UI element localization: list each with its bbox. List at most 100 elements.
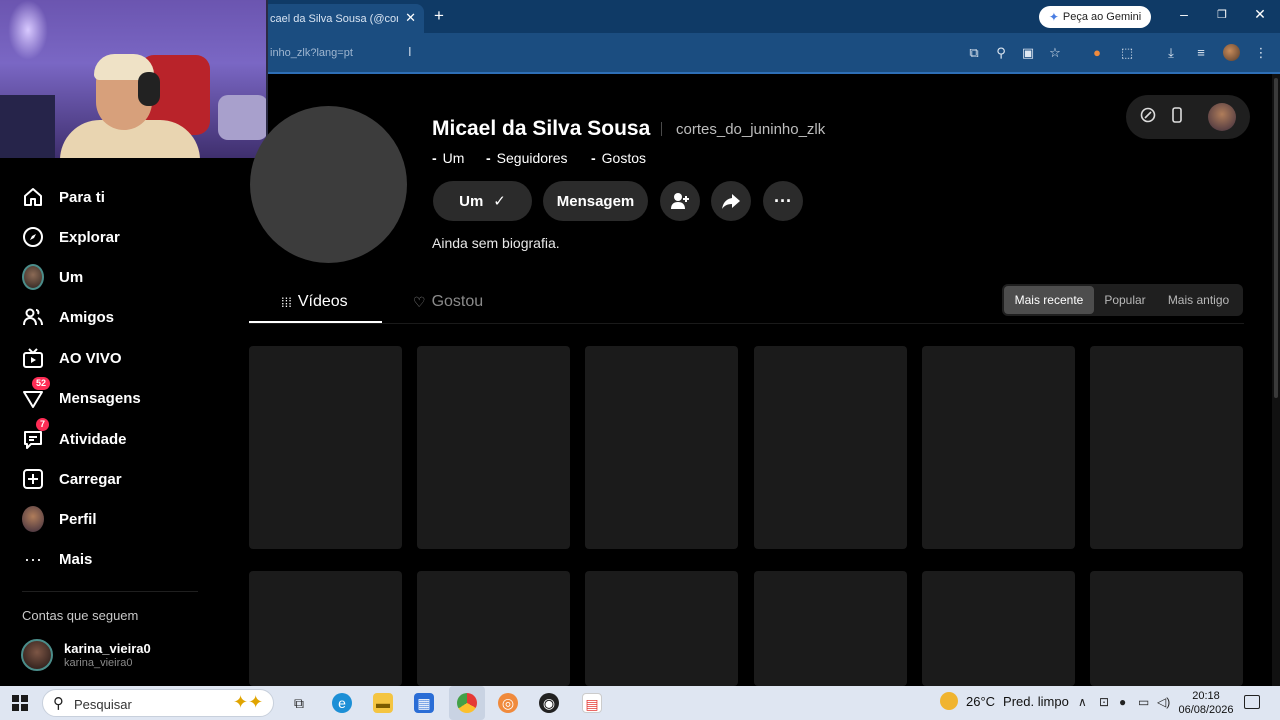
sidebar-item-profile[interactable]: Perfil	[22, 506, 97, 532]
sort-latest-button[interactable]: Mais recente	[1004, 286, 1094, 314]
install-app-icon[interactable]: ▣	[1020, 45, 1036, 61]
more-options-button[interactable]: ···	[763, 181, 803, 221]
video-placeholder[interactable]	[1090, 571, 1243, 686]
video-placeholder[interactable]	[417, 346, 570, 549]
task-view-icon[interactable]: ⧉	[289, 693, 309, 713]
store-icon[interactable]: ▦	[414, 693, 434, 713]
video-placeholder[interactable]	[249, 346, 402, 549]
sidebar-item-label: AO VIVO	[59, 349, 122, 367]
sidebar-item-for-you[interactable]: Para ti	[22, 185, 105, 209]
mobile-app-icon[interactable]	[1167, 107, 1187, 127]
sidebar-item-label: Carregar	[59, 470, 122, 488]
video-placeholder[interactable]	[417, 571, 570, 686]
file-explorer-icon[interactable]: ▬	[373, 693, 393, 713]
upload-plus-icon	[22, 468, 44, 490]
sort-popular-button[interactable]: Popular	[1096, 286, 1154, 314]
sidebar-item-messages[interactable]: 52 Mensagens	[22, 377, 141, 410]
tab-liked[interactable]: ♡ Gostou	[413, 293, 483, 311]
check-icon: ✓	[493, 193, 506, 210]
zoom-icon[interactable]: ⚲	[993, 45, 1009, 61]
sidebar-item-label: Um	[59, 268, 84, 286]
share-arrow-icon	[722, 194, 740, 209]
active-tab-underline	[249, 321, 382, 323]
video-placeholder[interactable]	[922, 571, 1075, 686]
download-icon[interactable]: ⤓	[1163, 45, 1179, 61]
messages-icon: 52	[22, 377, 51, 409]
extension-icon[interactable]: ●	[1089, 45, 1105, 61]
video-placeholder[interactable]	[754, 346, 907, 549]
user-avatar[interactable]	[1208, 103, 1236, 131]
video-placeholder[interactable]	[585, 571, 738, 686]
chrome-icon[interactable]	[457, 693, 477, 713]
document-app-icon[interactable]: ▤	[582, 693, 602, 713]
live-tv-icon	[22, 347, 44, 369]
volume-icon[interactable]: ◁)	[1157, 695, 1170, 709]
sidebar-item-explore[interactable]: Explorar	[22, 225, 120, 249]
edge-icon[interactable]: e	[332, 693, 352, 713]
network-icon[interactable]: ▭	[1138, 695, 1149, 709]
scrollbar-thumb[interactable]	[1274, 78, 1278, 398]
tab-title: cael da Silva Sousa (@cortes_	[270, 12, 398, 25]
sort-oldest-button[interactable]: Mais antigo	[1157, 286, 1240, 314]
stat-followers[interactable]: - Seguidores	[486, 150, 568, 166]
webcam-desk	[0, 95, 55, 158]
stat-following[interactable]: - Um	[432, 150, 464, 166]
video-placeholder[interactable]	[922, 346, 1075, 549]
translate-icon[interactable]: ⧉	[966, 45, 982, 61]
taskbar-search[interactable]: ⚲ Pesquisar ✦✦	[42, 689, 274, 717]
add-friend-button[interactable]	[660, 181, 700, 221]
webcam-pillow	[218, 95, 266, 140]
sidebar-item-live[interactable]: AO VIVO	[22, 346, 122, 370]
gemini-button[interactable]: ✦ Peça ao Gemini	[1039, 6, 1151, 28]
new-tab-button[interactable]: +	[434, 6, 444, 26]
browser-menu-icon[interactable]: ⋮	[1253, 45, 1269, 61]
maximize-icon[interactable]: ❐	[1212, 8, 1232, 21]
coins-icon[interactable]	[1138, 107, 1158, 127]
obs-icon[interactable]: ◉	[539, 693, 559, 713]
weather-widget[interactable]: 26°C Pred. limpo	[940, 692, 1069, 710]
sidebar-item-more[interactable]: ··· Mais	[22, 547, 92, 571]
sidebar-item-label: Perfil	[59, 510, 97, 528]
app-icon-orange[interactable]: ◎	[498, 693, 518, 713]
page-scrollbar[interactable]	[1272, 74, 1280, 686]
close-window-icon[interactable]: ✕	[1250, 6, 1270, 23]
stat-likes[interactable]: - Gostos	[591, 150, 646, 166]
sidebar-item-label: Atividade	[59, 430, 127, 448]
video-placeholder[interactable]	[585, 346, 738, 549]
microphone-icon[interactable]: ●	[1119, 695, 1126, 709]
media-control-icon[interactable]: ≡	[1193, 45, 1209, 61]
tray-chevron-icon[interactable]: ∧	[1078, 695, 1087, 709]
message-button[interactable]: Mensagem	[543, 181, 648, 221]
tray-app-icon[interactable]: ⊡	[1099, 695, 1109, 709]
following-button[interactable]: Um ✓	[433, 181, 532, 221]
windows-start-icon[interactable]	[12, 695, 28, 711]
webcam-overlay	[0, 0, 268, 158]
browser-tab[interactable]: cael da Silva Sousa (@cortes_ ✕	[262, 4, 424, 33]
tab-videos[interactable]: ⁞⁞⁞ Vídeos	[281, 293, 348, 311]
video-placeholder[interactable]	[249, 571, 402, 686]
sidebar-item-activity[interactable]: 7 Atividade	[22, 418, 127, 451]
following-account-item[interactable]: karina_vieira0 karina_vieira0	[21, 639, 221, 673]
close-tab-icon[interactable]: ✕	[405, 10, 416, 26]
sort-toggle: Mais recente Popular Mais antigo	[1002, 284, 1243, 316]
url-field[interactable]: inho_zlk?lang=pt	[262, 39, 962, 66]
gemini-label: Peça ao Gemini	[1062, 11, 1142, 23]
minimize-icon[interactable]: –	[1174, 6, 1194, 22]
more-dots-icon: ···	[24, 548, 42, 569]
video-placeholder[interactable]	[1090, 346, 1243, 549]
sidebar-item-following[interactable]: Um	[22, 264, 83, 290]
browser-profile-avatar[interactable]	[1223, 44, 1240, 61]
sidebar-item-label: Para ti	[59, 188, 105, 206]
share-button[interactable]	[711, 181, 751, 221]
sidebar-item-upload[interactable]: Carregar	[22, 467, 122, 491]
bookmark-star-icon[interactable]: ☆	[1047, 45, 1063, 61]
clock[interactable]: 20:18 06/08/2026	[1178, 689, 1234, 717]
sidebar-item-label: Explorar	[59, 228, 120, 246]
video-placeholder[interactable]	[754, 571, 907, 686]
sidebar-item-friends[interactable]: Amigos	[22, 305, 114, 329]
following-accounts-title: Contas que seguem	[22, 608, 139, 623]
notification-icon[interactable]	[1244, 695, 1260, 709]
search-placeholder: Pesquisar	[74, 697, 132, 712]
following-account-avatar	[21, 639, 53, 671]
extensions-puzzle-icon[interactable]: ⬚	[1119, 45, 1135, 61]
